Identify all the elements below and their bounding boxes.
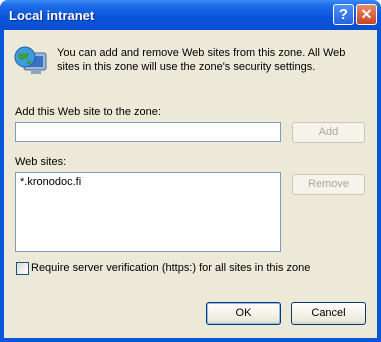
require-verification-checkbox[interactable] xyxy=(16,262,29,275)
globe-computer-icon xyxy=(14,46,47,74)
ok-button[interactable]: OK xyxy=(206,302,281,325)
dialog-title: Local intranet xyxy=(9,8,95,23)
add-site-label: Add this Web site to the zone: xyxy=(15,106,161,118)
close-button[interactable]: ✕ xyxy=(356,4,377,25)
dialog-window: Local intranet ? ✕ You can add and remov… xyxy=(0,0,381,342)
add-button[interactable]: Add xyxy=(292,122,365,143)
dialog-body: You can add and remove Web sites from th… xyxy=(4,30,377,338)
remove-button[interactable]: Remove xyxy=(292,174,365,195)
require-verification-label: Require server verification (https:) for… xyxy=(31,262,311,274)
web-sites-list[interactable]: *.kronodoc.fi xyxy=(15,172,281,252)
zone-description: You can add and remove Web sites from th… xyxy=(57,47,346,73)
close-icon: ✕ xyxy=(360,6,373,22)
list-item[interactable]: *.kronodoc.fi xyxy=(20,176,81,188)
title-bar[interactable]: Local intranet ? ✕ xyxy=(0,0,381,30)
cancel-button[interactable]: Cancel xyxy=(291,302,366,325)
web-sites-label: Web sites: xyxy=(15,156,67,168)
help-button[interactable]: ? xyxy=(333,4,354,25)
help-icon: ? xyxy=(338,6,349,23)
site-url-input[interactable] xyxy=(15,122,281,142)
